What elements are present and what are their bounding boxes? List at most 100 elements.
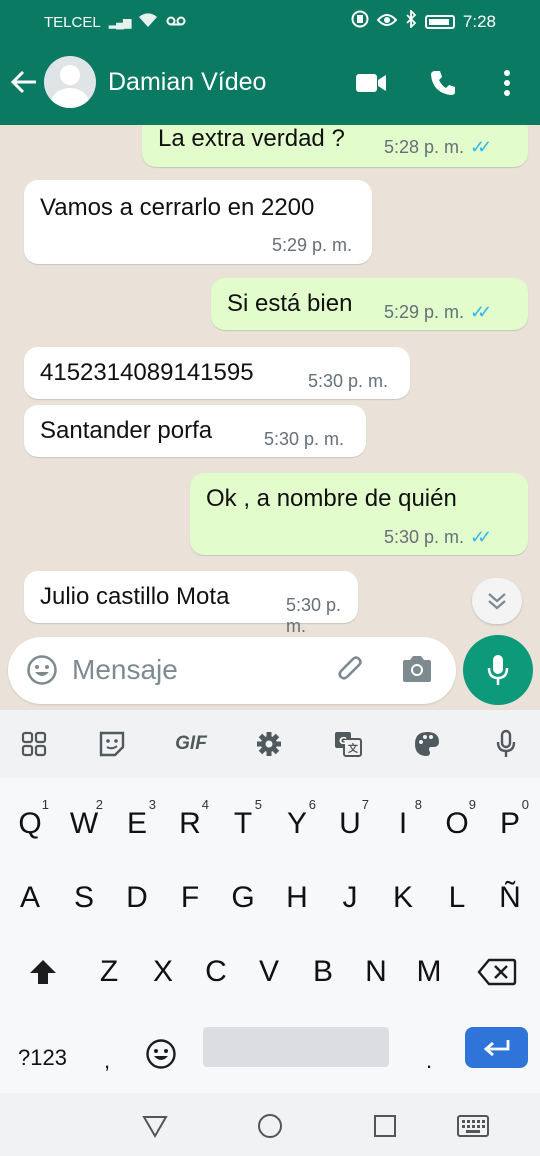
nfc-icon <box>351 10 369 33</box>
contact-name[interactable]: Damian Vídeo <box>108 68 266 97</box>
comma-key[interactable]: , <box>104 1048 110 1074</box>
status-bar: TELCEL ▂▄▆ 7:28 <box>0 0 540 40</box>
keyboard-toolbar: GIF G文 <box>0 710 540 778</box>
message-bubble-outgoing[interactable]: Si está bien 5:29 p. m. ✓✓ <box>211 278 528 330</box>
key-u[interactable]: 7U <box>323 793 377 855</box>
message-time-label: 5:29 p. m. <box>384 302 465 322</box>
message-bubble-outgoing[interactable]: La extra verdad ? 5:28 p. m. ✓✓ <box>142 125 528 167</box>
key-hint: 1 <box>41 797 49 812</box>
apps-grid-icon[interactable] <box>16 726 52 762</box>
nav-home-icon[interactable] <box>255 1111 285 1141</box>
key-label: Y <box>286 807 307 840</box>
key-j[interactable]: J <box>323 867 377 929</box>
key-n[interactable]: N <box>349 941 403 1003</box>
message-time-label: 5:28 p. m. <box>384 137 465 157</box>
microphone-icon <box>487 655 509 685</box>
translate-icon[interactable]: G文 <box>330 726 366 762</box>
chat-header: Damian Vídeo <box>0 40 540 125</box>
carrier-label: TELCEL <box>44 13 101 31</box>
voicemail-icon <box>166 14 186 31</box>
shift-key[interactable] <box>16 941 70 1003</box>
voice-message-button[interactable] <box>463 635 533 705</box>
nav-back-icon[interactable] <box>140 1111 170 1141</box>
double-check-icon: ✓✓ <box>470 527 492 547</box>
key-o[interactable]: 9O <box>430 793 484 855</box>
settings-icon[interactable] <box>251 726 287 762</box>
key-t[interactable]: 5T <box>216 793 270 855</box>
key-s[interactable]: S <box>57 867 111 929</box>
key-g[interactable]: G <box>216 867 270 929</box>
key-e[interactable]: 3E <box>110 793 164 855</box>
message-time-label: 5:30 p. m. <box>384 527 465 547</box>
more-vert-icon[interactable] <box>490 66 524 100</box>
key-n-tilde[interactable]: Ñ <box>483 867 537 929</box>
key-label: U <box>339 807 361 840</box>
symbols-key[interactable]: ?123 <box>18 1045 67 1071</box>
key-x[interactable]: X <box>136 941 190 1003</box>
gif-button[interactable]: GIF <box>170 726 212 762</box>
video-call-icon[interactable] <box>354 66 388 100</box>
message-input[interactable] <box>72 651 322 689</box>
message-bubble-incoming[interactable]: Julio castillo Mota 5:30 p. m. <box>24 571 358 635</box>
key-f[interactable]: F <box>163 867 217 929</box>
key-hint: 8 <box>414 797 422 812</box>
emoji-icon[interactable] <box>26 654 58 686</box>
key-b[interactable]: B <box>296 941 350 1003</box>
key-label: T <box>233 807 253 840</box>
period-key[interactable]: . <box>426 1048 432 1074</box>
key-label: E <box>126 807 147 840</box>
keyboard-hide-icon[interactable] <box>456 1111 490 1141</box>
wifi-icon <box>138 12 158 32</box>
key-a[interactable]: A <box>3 867 57 929</box>
key-d[interactable]: D <box>110 867 164 929</box>
scroll-to-bottom-button[interactable] <box>472 578 522 624</box>
message-list[interactable]: La extra verdad ? 5:28 p. m. ✓✓ Vamos a … <box>0 125 540 635</box>
key-p[interactable]: 0P <box>483 793 537 855</box>
key-w[interactable]: 2W <box>57 793 111 855</box>
key-q[interactable]: 1Q <box>3 793 57 855</box>
key-l[interactable]: L <box>430 867 484 929</box>
key-v[interactable]: V <box>242 941 296 1003</box>
key-y[interactable]: 6Y <box>270 793 324 855</box>
key-hint: 9 <box>468 797 476 812</box>
nav-recents-icon[interactable] <box>370 1111 400 1141</box>
key-z[interactable]: Z <box>82 941 136 1003</box>
onscreen-keyboard: GIF G文 1Q 2W 3E 4R 5T 6Y 7U 8I 9O 0P A S… <box>0 710 540 1156</box>
keyboard-emoji-icon[interactable] <box>145 1038 181 1074</box>
svg-text:G: G <box>339 736 347 747</box>
message-bubble-incoming[interactable]: 4152314089141595 5:30 p. m. <box>24 347 410 399</box>
phone-icon[interactable] <box>426 66 460 100</box>
enter-key[interactable] <box>465 1027 528 1068</box>
key-label: P <box>499 807 520 840</box>
key-h[interactable]: H <box>270 867 324 929</box>
key-k[interactable]: K <box>376 867 430 929</box>
message-bubble-incoming[interactable]: Santander porfa 5:30 p. m. <box>24 405 366 457</box>
camera-icon[interactable] <box>400 654 434 686</box>
backspace-key[interactable] <box>470 941 524 1003</box>
back-arrow-icon[interactable] <box>10 62 40 102</box>
avatar[interactable] <box>44 56 96 108</box>
message-bubble-outgoing[interactable]: Ok , a nombre de quién 5:30 p. m. ✓✓ <box>190 473 528 555</box>
message-bubble-incoming[interactable]: Vamos a cerrarlo en 2200 5:29 p. m. <box>24 180 372 264</box>
backspace-icon <box>477 958 517 986</box>
space-key[interactable] <box>203 1027 389 1067</box>
key-i[interactable]: 8I <box>376 793 430 855</box>
sticker-icon[interactable] <box>94 726 130 762</box>
theme-palette-icon[interactable] <box>409 726 445 762</box>
attach-icon[interactable] <box>336 654 368 686</box>
message-time: 5:30 p. m. <box>308 371 389 391</box>
message-text: Ok , a nombre de quién <box>206 485 457 512</box>
message-text: La extra verdad ? <box>158 125 345 152</box>
bluetooth-icon <box>405 8 417 33</box>
key-c[interactable]: C <box>189 941 243 1003</box>
clock: 7:28 <box>462 11 496 31</box>
message-time: 5:28 p. m. ✓✓ <box>384 137 492 158</box>
key-label: R <box>179 807 201 840</box>
battery-icon <box>424 14 455 29</box>
key-m[interactable]: M <box>402 941 456 1003</box>
message-time: 5:30 p. m. <box>286 595 342 635</box>
eye-icon <box>376 12 398 32</box>
key-label: W <box>69 807 99 840</box>
key-r[interactable]: 4R <box>163 793 217 855</box>
keyboard-mic-icon[interactable] <box>488 726 524 762</box>
